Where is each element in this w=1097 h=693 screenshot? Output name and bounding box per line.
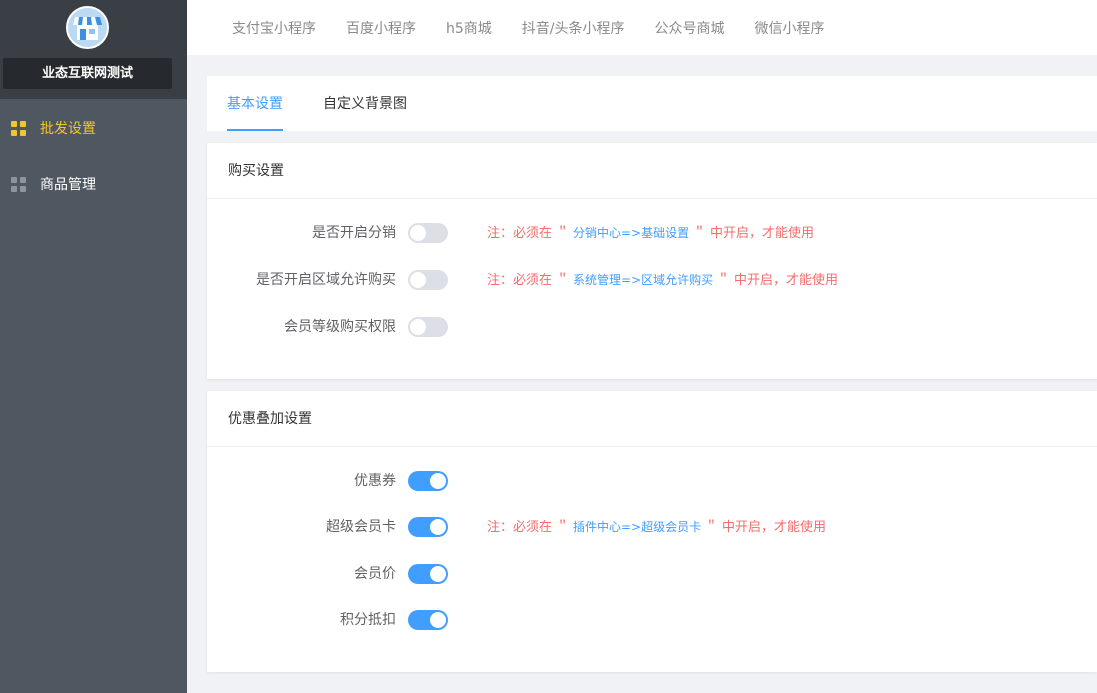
sidebar-item-wholesale-settings[interactable]: 批发设置 bbox=[0, 100, 187, 156]
sidebar: 业态互联网测试 批发设置 商品管理 bbox=[0, 0, 187, 693]
switch-knob bbox=[430, 519, 446, 535]
note-suffix: ＂ 中开启，才能使用 bbox=[704, 520, 827, 535]
note-link[interactable]: 分销中心=>基础设置 bbox=[569, 226, 693, 240]
form-label: 会员价 bbox=[354, 566, 396, 582]
requirement-note: 注：必须在 ＂ 系统管理=>区域允许购买 ＂ 中开启，才能使用 bbox=[487, 268, 838, 293]
sidebar-item-label: 批发设置 bbox=[40, 121, 96, 137]
store-avatar bbox=[66, 6, 109, 49]
form-label: 是否开启分销 bbox=[312, 225, 396, 241]
member-level-purchase-switch[interactable] bbox=[408, 317, 448, 337]
tab-custom-background[interactable]: 自定义背景图 bbox=[323, 76, 407, 131]
note-prefix: 注：必须在 ＂ bbox=[487, 226, 570, 241]
sidebar-item-label: 商品管理 bbox=[40, 177, 96, 193]
purchase-settings-card: 购买设置 是否开启分销 注：必须在 ＂ 分销中心=>基础设置 ＂ 中开启，才能使… bbox=[207, 143, 1097, 379]
tab-baidu-miniprogram[interactable]: 百度小程序 bbox=[346, 18, 416, 38]
tab-douyin-miniprogram[interactable]: 抖音/头条小程序 bbox=[522, 18, 625, 38]
note-suffix: ＂ 中开启，才能使用 bbox=[716, 273, 839, 288]
note-link[interactable]: 插件中心=>超级会员卡 bbox=[569, 520, 705, 534]
coupon-switch[interactable] bbox=[408, 471, 448, 491]
form-label: 超级会员卡 bbox=[326, 519, 396, 535]
note-suffix: ＂ 中开启，才能使用 bbox=[692, 226, 815, 241]
switch-knob bbox=[410, 319, 426, 335]
form-row: 会员等级购买权限 bbox=[207, 315, 1097, 339]
grid-icon bbox=[11, 176, 26, 192]
tab-wechat-miniprogram[interactable]: 微信小程序 bbox=[755, 18, 825, 38]
card-title: 优惠叠加设置 bbox=[207, 391, 1097, 447]
tab-h5-mall[interactable]: h5商城 bbox=[446, 18, 492, 38]
form-row: 超级会员卡 注：必须在 ＂ 插件中心=>超级会员卡 ＂ 中开启，才能使用 bbox=[207, 515, 1097, 539]
switch-knob bbox=[430, 566, 446, 582]
form-row: 是否开启区域允许购买 注：必须在 ＂ 系统管理=>区域允许购买 ＂ 中开启，才能… bbox=[207, 268, 1097, 292]
distribution-switch[interactable] bbox=[408, 223, 448, 243]
tab-basic-settings[interactable]: 基本设置 bbox=[227, 76, 283, 131]
sidebar-item-product-management[interactable]: 商品管理 bbox=[0, 156, 187, 212]
settings-tabs: 基本设置 自定义背景图 bbox=[207, 76, 1097, 131]
switch-knob bbox=[430, 612, 446, 628]
tab-official-account-mall[interactable]: 公众号商城 bbox=[655, 18, 725, 38]
super-member-card-switch[interactable] bbox=[408, 517, 448, 537]
switch-knob bbox=[410, 272, 426, 288]
region-purchase-switch[interactable] bbox=[408, 270, 448, 290]
note-prefix: 注：必须在 ＂ bbox=[487, 520, 570, 535]
store-icon bbox=[68, 8, 107, 47]
form-label: 积分抵扣 bbox=[340, 612, 396, 628]
discount-stacking-card: 优惠叠加设置 优惠券 超级会员卡 注：必须在 ＂ 插件中心=>超级会员卡 ＂ 中… bbox=[207, 391, 1097, 672]
switch-knob bbox=[430, 473, 446, 489]
form-label: 是否开启区域允许购买 bbox=[256, 272, 396, 288]
form-label: 优惠券 bbox=[354, 473, 396, 489]
points-deduction-switch[interactable] bbox=[408, 610, 448, 630]
requirement-note: 注：必须在 ＂ 分销中心=>基础设置 ＂ 中开启，才能使用 bbox=[487, 221, 814, 246]
member-price-switch[interactable] bbox=[408, 564, 448, 584]
switch-knob bbox=[410, 225, 426, 241]
card-title: 购买设置 bbox=[207, 143, 1097, 199]
note-link[interactable]: 系统管理=>区域允许购买 bbox=[569, 273, 717, 287]
tab-alipay-miniprogram[interactable]: 支付宝小程序 bbox=[232, 18, 316, 38]
form-row: 积分抵扣 bbox=[207, 608, 1097, 632]
form-row: 优惠券 bbox=[207, 469, 1097, 493]
sidebar-header: 业态互联网测试 bbox=[0, 0, 187, 99]
requirement-note: 注：必须在 ＂ 插件中心=>超级会员卡 ＂ 中开启，才能使用 bbox=[487, 515, 826, 540]
grid-icon bbox=[11, 120, 26, 136]
store-name: 业态互联网测试 bbox=[3, 58, 172, 89]
form-row: 是否开启分销 注：必须在 ＂ 分销中心=>基础设置 ＂ 中开启，才能使用 bbox=[207, 221, 1097, 245]
note-prefix: 注：必须在 ＂ bbox=[487, 273, 570, 288]
platform-tabs: 支付宝小程序 百度小程序 h5商城 抖音/头条小程序 公众号商城 微信小程序 bbox=[187, 0, 1097, 55]
form-row: 会员价 bbox=[207, 562, 1097, 586]
form-label: 会员等级购买权限 bbox=[284, 319, 396, 335]
